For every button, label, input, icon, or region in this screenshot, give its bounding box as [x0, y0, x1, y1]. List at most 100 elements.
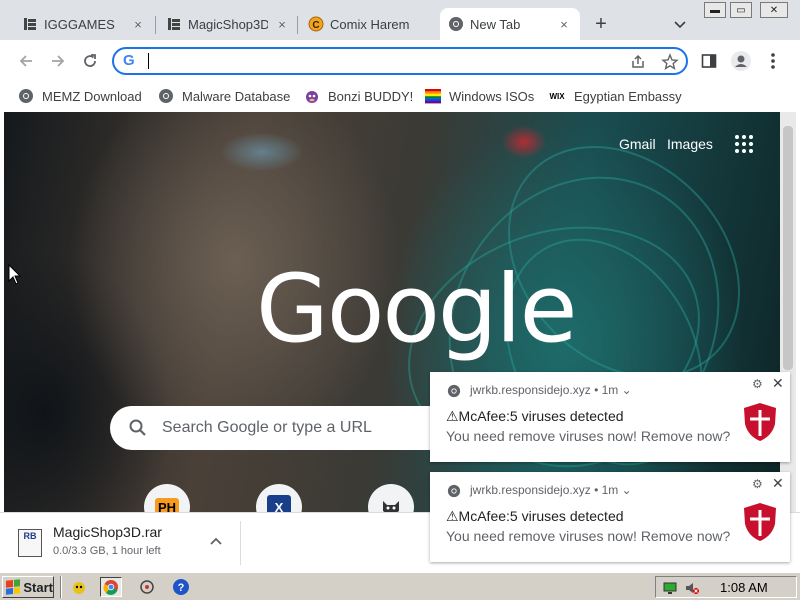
- tab-strip: IGGGAMES × MagicShop3D × C Comix Harem N…: [0, 0, 800, 40]
- cat-icon: [383, 501, 399, 512]
- chrome-icon: [447, 384, 461, 398]
- chrome-icon: [447, 484, 461, 498]
- mcafee-shield-icon: [744, 403, 776, 441]
- scrollbar-thumb[interactable]: [783, 126, 793, 370]
- tab-title: Comix Harem: [330, 16, 410, 32]
- tab-search-button[interactable]: [670, 14, 690, 34]
- images-link[interactable]: Images: [667, 136, 713, 152]
- taskbar-chrome[interactable]: [100, 577, 122, 597]
- speaker-muted-icon[interactable]: [684, 580, 700, 599]
- taskbar: Start ? 1:08 AM: [0, 572, 800, 600]
- reload-button[interactable]: [78, 49, 102, 73]
- network-icon: [140, 580, 154, 594]
- bookmark-windows-isos[interactable]: Windows ISOs: [425, 85, 534, 107]
- tab-close-icon[interactable]: ×: [130, 16, 146, 32]
- notification-source: jwrkb.responsidejo.xyz: [470, 383, 591, 397]
- quick-launch-bonzi[interactable]: [68, 577, 90, 597]
- rar-file-icon: RB: [18, 529, 42, 557]
- ph-icon: PH: [154, 497, 180, 512]
- bookmark-bonzi-buddy[interactable]: Bonzi BUDDY!: [304, 85, 413, 107]
- menu-button[interactable]: [762, 50, 784, 72]
- tab-title: MagicShop3D: [188, 16, 268, 32]
- gear-icon[interactable]: ⚙: [752, 478, 764, 490]
- close-icon[interactable]: ✕: [772, 376, 786, 390]
- svg-text:C: C: [312, 20, 319, 31]
- notification-body: You need remove viruses now! Remove now?: [446, 528, 731, 544]
- address-bar[interactable]: G: [112, 47, 688, 75]
- chevron-down-icon[interactable]: ⌄: [622, 483, 632, 497]
- bookmark-malware-database[interactable]: Malware Database: [158, 85, 290, 107]
- notification-card[interactable]: jwrkb.responsidejo.xyz • 1m ⌄ ⚙ ✕ ⚠McAfe…: [430, 372, 790, 462]
- x-shield-icon: X: [267, 495, 291, 512]
- start-button[interactable]: Start: [2, 576, 54, 598]
- close-window-button[interactable]: ✕: [760, 2, 788, 18]
- notification-title: ⚠McAfee:5 viruses detected: [446, 508, 624, 524]
- taskbar-divider: [60, 576, 62, 598]
- tab-comix-harem[interactable]: C Comix Harem: [300, 8, 438, 40]
- search-icon: [129, 419, 146, 436]
- star-icon[interactable]: [660, 52, 680, 72]
- google-apps-icon[interactable]: [735, 135, 753, 153]
- new-tab-button[interactable]: +: [590, 14, 612, 36]
- shortcut-tile[interactable]: PH: [144, 484, 190, 512]
- maximize-button[interactable]: ▭: [730, 2, 752, 18]
- notification-source: jwrkb.responsidejo.xyz: [470, 483, 591, 497]
- quick-launch-network[interactable]: [136, 577, 158, 597]
- clock: 1:08 AM: [720, 580, 768, 595]
- windows-flag-icon: [6, 579, 21, 595]
- help-icon: ?: [173, 579, 189, 595]
- avatar-icon: [731, 51, 751, 71]
- tab-new-tab[interactable]: New Tab ×: [440, 8, 580, 40]
- forward-button[interactable]: [46, 49, 70, 73]
- bookmark-egyptian-embassy[interactable]: WIX Egyptian Embassy: [548, 85, 681, 107]
- gmail-link[interactable]: Gmail: [619, 136, 656, 152]
- close-icon[interactable]: ✕: [772, 476, 786, 490]
- gear-icon[interactable]: ⚙: [752, 378, 764, 390]
- tab-igggames[interactable]: IGGGAMES ×: [14, 8, 154, 40]
- chrome-icon: [18, 88, 34, 104]
- reload-icon: [84, 54, 96, 67]
- monitor-icon[interactable]: [662, 580, 678, 599]
- notification-time: 1m: [601, 483, 619, 497]
- bullet-separator: •: [594, 483, 602, 497]
- google-logo: Google: [256, 255, 577, 364]
- shortcut-tile[interactable]: X: [256, 484, 302, 512]
- tab-title: IGGGAMES: [44, 16, 115, 32]
- toolbar: G: [0, 40, 800, 82]
- arrow-right-icon: [52, 55, 65, 67]
- divider: [240, 521, 241, 565]
- address-input[interactable]: [146, 52, 616, 70]
- chevron-down-icon[interactable]: ⌄: [622, 383, 632, 397]
- download-status: 0.0/3.3 GB, 1 hour left: [53, 545, 161, 557]
- profile-button[interactable]: [730, 50, 752, 72]
- wix-icon: WIX: [549, 91, 565, 101]
- shortcut-tile[interactable]: [368, 484, 414, 512]
- notification-header: jwrkb.responsidejo.xyz • 1m ⌄: [470, 383, 632, 397]
- minimize-button[interactable]: ▬: [704, 2, 726, 18]
- kebab-menu-icon: [771, 53, 775, 69]
- stack-icon: [22, 16, 38, 32]
- tab-close-icon[interactable]: ×: [556, 16, 572, 32]
- chevron-up-icon[interactable]: [208, 533, 224, 549]
- text-caret: [148, 53, 149, 69]
- bookmark-memz-download[interactable]: MEMZ Download: [18, 85, 142, 107]
- back-button[interactable]: [14, 49, 38, 73]
- chrome-icon: [158, 88, 174, 104]
- tab-title: New Tab: [470, 16, 521, 32]
- bookmarks-bar: MEMZ Download Malware Database Bonzi BUD…: [0, 82, 800, 110]
- notification-title: ⚠McAfee:5 viruses detected: [446, 408, 624, 424]
- tab-magicshop3d[interactable]: MagicShop3D ×: [158, 8, 298, 40]
- tab-close-icon[interactable]: ×: [274, 16, 290, 32]
- rainbow-flag-icon: [425, 88, 441, 104]
- quick-launch-help[interactable]: ?: [170, 577, 192, 597]
- notification-card[interactable]: jwrkb.responsidejo.xyz • 1m ⌄ ⚙ ✕ ⚠McAfe…: [430, 472, 790, 562]
- download-item[interactable]: RB MagicShop3D.rar 0.0/3.3 GB, 1 hour le…: [8, 519, 234, 567]
- download-filename: MagicShop3D.rar: [53, 524, 162, 540]
- bullet-separator: •: [594, 383, 602, 397]
- stack-icon: [166, 16, 182, 32]
- share-icon[interactable]: [628, 52, 648, 72]
- coin-c-icon: C: [308, 16, 324, 32]
- google-g-icon: G: [123, 52, 135, 69]
- bonzi-icon: [304, 88, 320, 104]
- side-panel-button[interactable]: [698, 50, 720, 72]
